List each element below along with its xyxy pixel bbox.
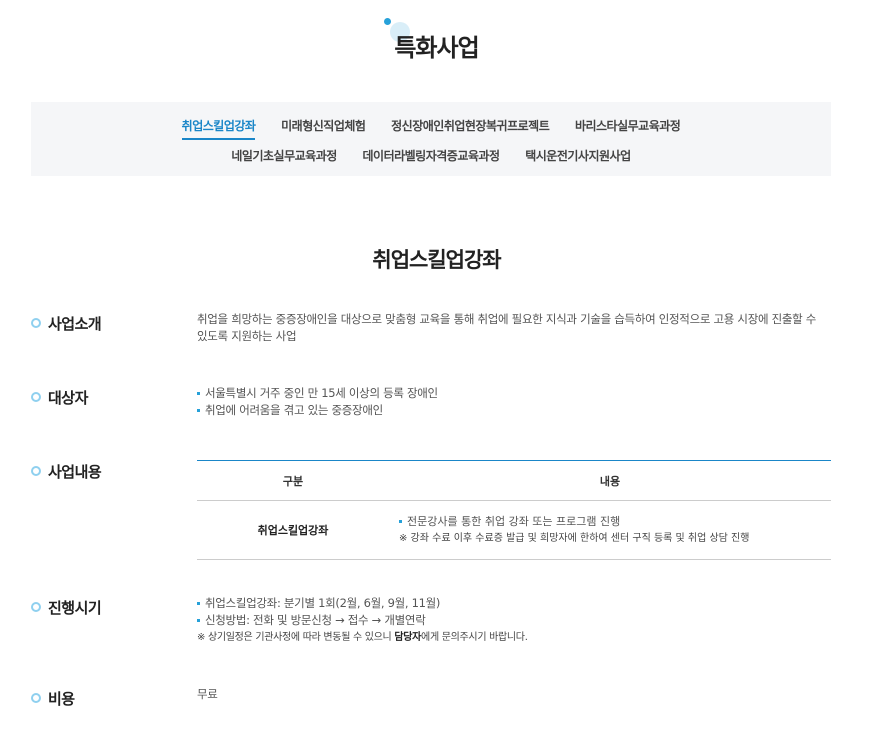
target-label: 대상자 [31, 387, 88, 408]
target-item: 서울특별시 거주 중인 만 15세 이상의 등록 장애인 [197, 385, 438, 402]
table-row-note: ※ 강좌 수료 이후 수료증 발급 및 희망자에 한하여 센터 구직 등록 및 … [399, 533, 750, 544]
target-list: 서울특별시 거주 중인 만 15세 이상의 등록 장애인 취업에 어려움을 겪고… [197, 385, 438, 419]
intro-text: 취업을 희망하는 중증장애인을 대상으로 맞춤형 교육을 통해 취업에 필요한 … [197, 311, 817, 345]
tab-menu: 취업스킬업강좌 미래형신직업체험 정신장애인취업현장복귀프로젝트 바리스타실무교… [31, 102, 831, 176]
tab-future-job-experience[interactable]: 미래형신직업체험 [281, 117, 366, 138]
tab-row-1: 취업스킬업강좌 미래형신직업체험 정신장애인취업현장복귀프로젝트 바리스타실무교… [31, 117, 831, 140]
intro-text-line-1: 취업을 희망하는 중증장애인을 대상으로 맞춤형 교육을 통해 취업에 필요한 … [197, 312, 817, 326]
table-row-item: 전문강사를 통한 취업 강좌 또는 프로그램 진행 [399, 513, 830, 530]
cost-label: 비용 [31, 688, 75, 709]
schedule-note-suffix: 에게 문의주시기 바랍니다. [421, 632, 528, 643]
table-row: 취업스킬업강좌 전문강사를 통한 취업 강좌 또는 프로그램 진행 ※ 강좌 수… [197, 500, 831, 560]
tab-skill-up-course[interactable]: 취업스킬업강좌 [181, 117, 256, 140]
target-label-text: 대상자 [48, 389, 88, 407]
schedule-note-contact: 담당자 [394, 632, 422, 643]
page-title: 특화사업 [384, 18, 480, 63]
table-row-content: 전문강사를 통한 취업 강좌 또는 프로그램 진행 ※ 강좌 수료 이후 수료증… [389, 500, 831, 560]
schedule-label: 진행시기 [31, 597, 102, 618]
cost-value: 무료 [197, 687, 218, 701]
schedule-item: 취업스킬업강좌: 분기별 1회(2월, 6월, 9월, 11월) [197, 595, 528, 612]
target-item: 취업에 어려움을 겪고 있는 중증장애인 [197, 402, 438, 419]
circle-bullet-icon [31, 466, 41, 476]
title-deco-dot-small [384, 18, 392, 25]
tab-data-labeling-course[interactable]: 데이터라벨링자격증교육과정 [362, 147, 500, 168]
contents-label-text: 사업내용 [48, 463, 102, 481]
page-title-wrap: 특화사업 [0, 18, 873, 63]
contents-table: 구분 내용 취업스킬업강좌 전문강사를 통한 취업 강좌 또는 프로그램 진행 … [197, 460, 831, 560]
intro-text-line-2: 있도록 지원하는 사업 [197, 329, 297, 343]
intro-label: 사업소개 [31, 313, 102, 334]
table-row-key: 취업스킬업강좌 [197, 500, 389, 560]
circle-bullet-icon [31, 318, 41, 328]
contents-label: 사업내용 [31, 461, 102, 482]
table-header-content: 내용 [389, 460, 831, 501]
schedule-item: 신청방법: 전화 및 방문신청 → 접수 → 개별연락 [197, 612, 528, 629]
table-header-category: 구분 [197, 460, 389, 501]
cost-label-text: 비용 [48, 690, 75, 708]
schedule-list: 취업스킬업강좌: 분기별 1회(2월, 6월, 9월, 11월) 신청방법: 전… [197, 595, 528, 646]
tab-mental-disability-return-project[interactable]: 정신장애인취업현장복귀프로젝트 [391, 117, 550, 138]
tab-taxi-driver-support[interactable]: 택시운전기사지원사업 [525, 147, 631, 168]
schedule-label-text: 진행시기 [48, 599, 102, 617]
page-title-text: 특화사업 [394, 34, 479, 62]
section-title: 취업스킬업강좌 [372, 248, 501, 272]
circle-bullet-icon [31, 693, 41, 703]
intro-label-text: 사업소개 [48, 315, 102, 333]
tab-barista-course[interactable]: 바리스타실무교육과정 [575, 117, 681, 138]
schedule-note: ※ 상기일정은 기관사정에 따라 변동될 수 있으니 담당자에게 문의주시기 바… [197, 629, 528, 646]
table-header-row: 구분 내용 [197, 460, 831, 501]
tab-nail-course[interactable]: 네일기초실무교육과정 [231, 147, 337, 168]
circle-bullet-icon [31, 602, 41, 612]
tab-row-2: 네일기초실무교육과정 데이터라벨링자격증교육과정 택시운전기사지원사업 [31, 147, 831, 168]
circle-bullet-icon [31, 392, 41, 402]
schedule-note-prefix: ※ 상기일정은 기관사정에 따라 변동될 수 있으니 [197, 632, 395, 643]
